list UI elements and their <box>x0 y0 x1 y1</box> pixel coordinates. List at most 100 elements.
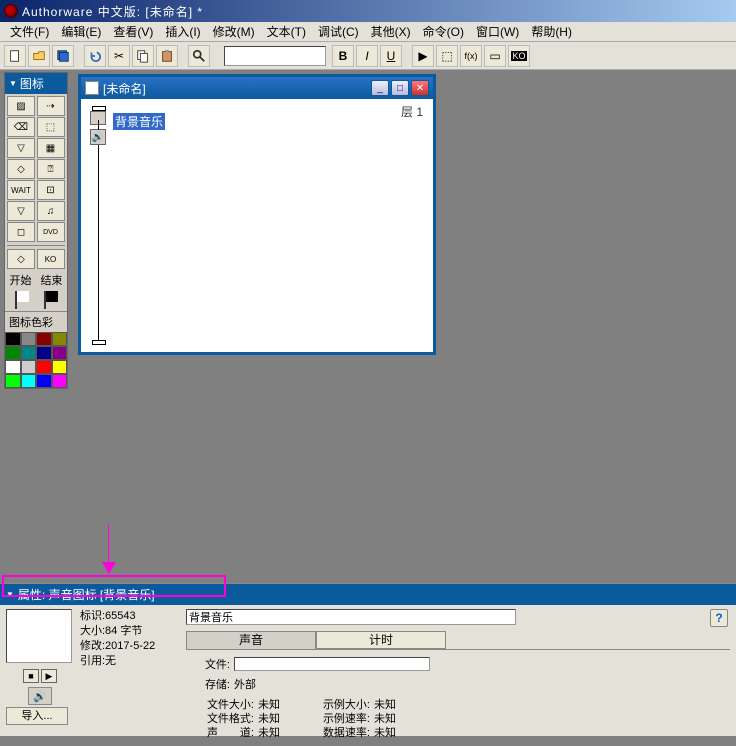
motion-icon[interactable]: ⇢ <box>37 96 65 116</box>
props-main: 声音 计时 文件: 存储: 外部 文件大小: 文件格式: 声 道: <box>186 609 730 733</box>
flow-node-label[interactable]: 背景音乐 <box>113 113 165 130</box>
start-flag-icon[interactable] <box>15 291 29 309</box>
icon-palette: 图标 ▨ ⇢ ⌫ ⬚ ▽ ▦ ◇ ⍰ WAIT ⊡ ▽ ♫ ◻ DVD ◇ KO… <box>4 72 68 389</box>
new-button[interactable] <box>4 45 26 67</box>
color-swatch[interactable] <box>36 360 52 374</box>
play-icon[interactable]: ▶ <box>41 669 57 683</box>
variables-button[interactable]: ▭ <box>484 45 506 67</box>
ref-label: 引用:无 <box>80 654 180 669</box>
tab-sound[interactable]: 声音 <box>186 631 316 649</box>
shape-diamond-icon[interactable]: ◇ <box>7 249 35 269</box>
annotation-arrow <box>108 525 109 567</box>
color-swatch[interactable] <box>21 332 37 346</box>
color-grid <box>5 332 67 388</box>
level-label: 层 1 <box>401 103 423 120</box>
menu-modify[interactable]: 修改(M) <box>207 21 261 42</box>
toolbar: ✂ B I U ▶ ⬚ f(x) ▭ KO <box>0 42 736 70</box>
bold-button[interactable]: B <box>332 45 354 67</box>
copy-button[interactable] <box>132 45 154 67</box>
store-label: 存储: <box>190 676 230 692</box>
knowledge-button[interactable]: KO <box>508 45 530 67</box>
underline-button[interactable]: U <box>380 45 402 67</box>
cut-button[interactable]: ✂ <box>108 45 130 67</box>
size-label: 大小:84 字节 <box>80 624 180 639</box>
icon-name-input[interactable] <box>186 609 516 625</box>
app-icon <box>4 4 18 18</box>
palette-title[interactable]: 图标 <box>5 73 67 94</box>
menubar: 文件(F) 编辑(E) 查看(V) 插入(I) 修改(M) 文本(T) 调试(C… <box>0 22 736 42</box>
wait-icon[interactable]: ⬚ <box>37 117 65 137</box>
color-swatch[interactable] <box>36 332 52 346</box>
modified-label: 修改:2017-5-22 <box>80 639 180 654</box>
run-button[interactable]: ▶ <box>412 45 434 67</box>
color-swatch[interactable] <box>36 346 52 360</box>
color-swatch[interactable] <box>5 332 21 346</box>
annotation-arrowhead <box>102 562 116 574</box>
color-swatch[interactable] <box>52 332 68 346</box>
color-swatch[interactable] <box>52 374 68 388</box>
paste-button[interactable] <box>156 45 178 67</box>
map-icon[interactable]: ⊡ <box>37 180 65 200</box>
color-swatch[interactable] <box>5 360 21 374</box>
app-title: Authorware 中文版: [未命名] * <box>22 3 203 20</box>
color-swatch[interactable] <box>21 360 37 374</box>
properties-title[interactable]: 属性: 声音图标 [背景音乐] <box>0 584 736 605</box>
flag-labels: 开始结束 <box>5 271 67 289</box>
flow-sound-icon[interactable]: 🔊 <box>90 129 106 145</box>
control-panel-button[interactable]: ⬚ <box>436 45 458 67</box>
flowline-area[interactable]: 层 1 🔊 背景音乐 <box>81 99 433 352</box>
display-icon[interactable]: ▨ <box>7 96 35 116</box>
menu-file[interactable]: 文件(F) <box>4 21 55 42</box>
color-swatch[interactable] <box>5 346 21 360</box>
design-title: [未命名] <box>103 80 146 97</box>
dvd-icon[interactable]: ◻ <box>7 222 35 242</box>
stop-flag-icon[interactable] <box>44 291 58 309</box>
file-input[interactable] <box>234 657 430 671</box>
framework-icon[interactable]: ▦ <box>37 138 65 158</box>
color-swatch[interactable] <box>21 346 37 360</box>
menu-window[interactable]: 窗口(W) <box>470 21 525 42</box>
sound-icon[interactable]: ♫ <box>37 201 65 221</box>
store-value: 外部 <box>234 676 256 692</box>
design-window: [未命名] _ □ ✕ 层 1 🔊 背景音乐 <box>78 74 436 355</box>
color-swatch[interactable] <box>5 374 21 388</box>
color-swatch[interactable] <box>21 374 37 388</box>
style-combo[interactable] <box>224 46 326 66</box>
interaction-icon[interactable]: ⍰ <box>37 159 65 179</box>
italic-button[interactable]: I <box>356 45 378 67</box>
undo-button[interactable] <box>84 45 106 67</box>
color-swatch[interactable] <box>36 374 52 388</box>
help-icon[interactable]: ? <box>710 609 728 627</box>
find-button[interactable] <box>188 45 210 67</box>
movie-icon[interactable]: ▽ <box>7 201 35 221</box>
close-button[interactable]: ✕ <box>411 80 429 96</box>
stop-icon[interactable]: ■ <box>23 669 39 683</box>
menu-help[interactable]: 帮助(H) <box>525 21 578 42</box>
minimize-button[interactable]: _ <box>371 80 389 96</box>
import-button[interactable]: 导入... <box>6 707 68 725</box>
tab-timing[interactable]: 计时 <box>316 631 446 649</box>
color-swatch[interactable] <box>52 360 68 374</box>
decision-icon[interactable]: ◇ <box>7 159 35 179</box>
menu-edit[interactable]: 编辑(E) <box>55 21 107 42</box>
menu-view[interactable]: 查看(V) <box>107 21 159 42</box>
video-icon[interactable]: DVD <box>37 222 65 242</box>
open-button[interactable] <box>28 45 50 67</box>
menu-insert[interactable]: 插入(I) <box>159 21 206 42</box>
menu-other[interactable]: 其他(X) <box>365 21 417 42</box>
menu-text[interactable]: 文本(T) <box>261 21 312 42</box>
maximize-button[interactable]: □ <box>391 80 409 96</box>
menu-command[interactable]: 命令(O) <box>417 21 470 42</box>
ko-icon[interactable]: KO <box>37 249 65 269</box>
erase-icon[interactable]: ⌫ <box>7 117 35 137</box>
sound-type-icon: 🔊 <box>28 687 52 705</box>
menu-debug[interactable]: 调试(C) <box>312 21 365 42</box>
functions-button[interactable]: f(x) <box>460 45 482 67</box>
design-titlebar[interactable]: [未命名] _ □ ✕ <box>81 77 433 99</box>
color-swatch[interactable] <box>52 346 68 360</box>
calc-icon[interactable]: WAIT <box>7 180 35 200</box>
navigate-icon[interactable]: ▽ <box>7 138 35 158</box>
file-label: 文件: <box>190 656 230 672</box>
save-all-button[interactable] <box>52 45 74 67</box>
color-palette-title: 图标色彩 <box>5 311 67 332</box>
